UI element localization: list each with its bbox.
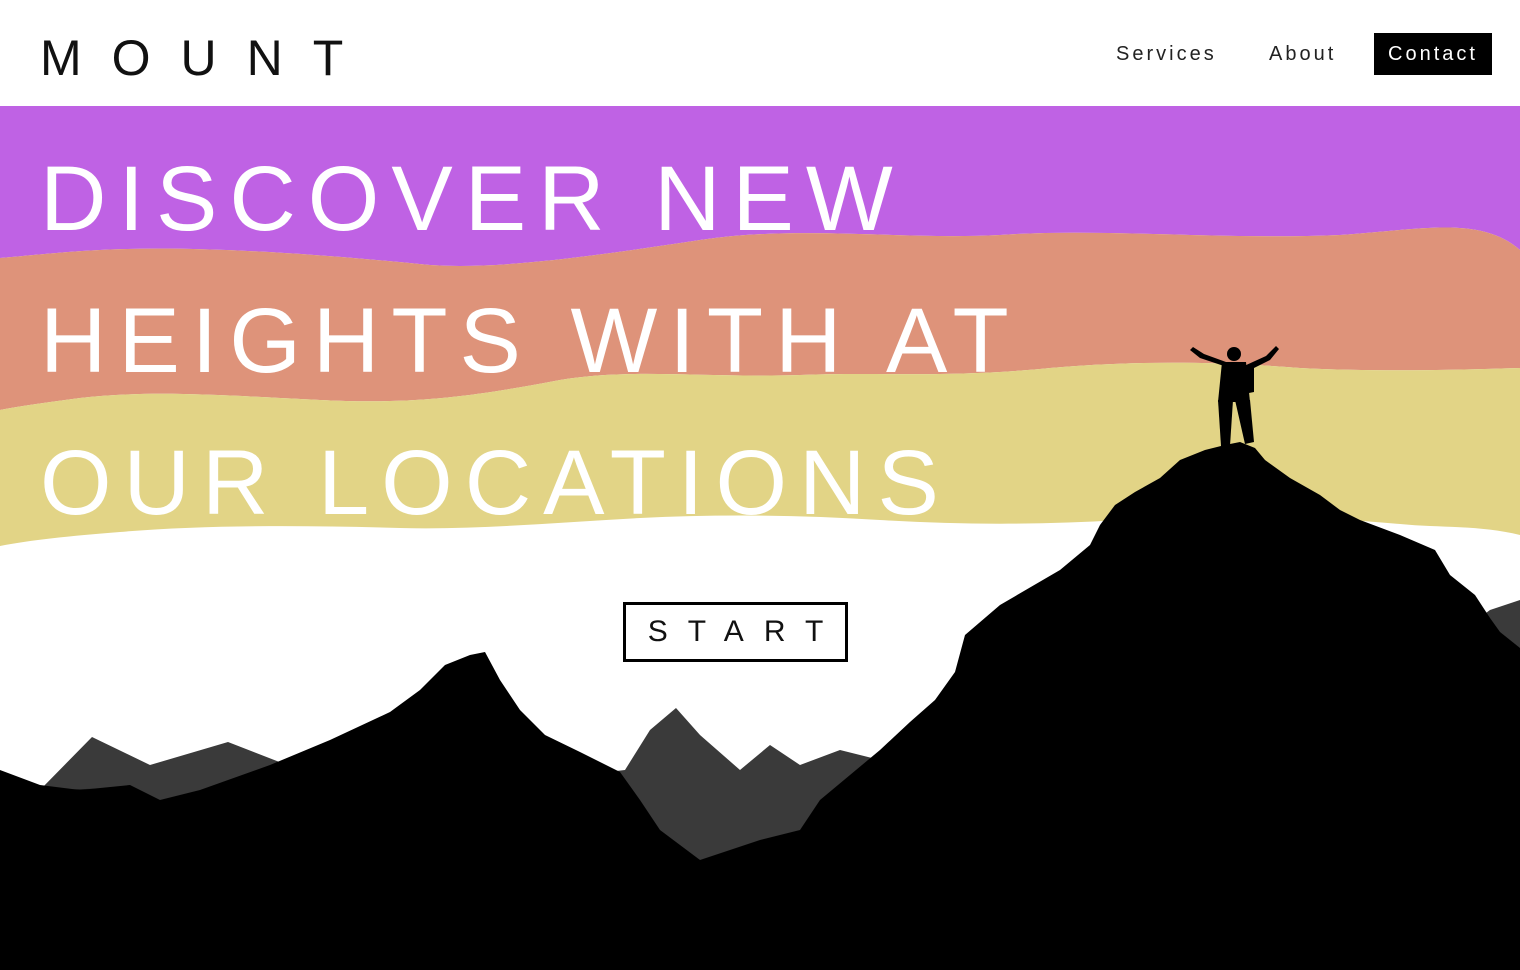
headline-line-3: OUR LOCATIONS	[40, 432, 951, 534]
hero-headline: DISCOVER NEW HEIGHTS WITH AT OUR LOCATIO…	[40, 128, 1021, 554]
landing-page: MOUNT Services About Contact DISCOVER NE…	[0, 0, 1520, 970]
nav-link-services[interactable]: Services	[1116, 33, 1217, 75]
nav-link-about[interactable]: About	[1269, 33, 1336, 75]
headline-line-2: HEIGHTS WITH AT	[40, 290, 1021, 392]
brand-logo[interactable]: MOUNT	[40, 28, 373, 88]
headline-line-1: DISCOVER NEW	[40, 148, 905, 250]
start-button[interactable]: START	[623, 602, 848, 662]
top-navbar: MOUNT Services About Contact	[0, 0, 1520, 106]
nav-contact-button[interactable]: Contact	[1374, 33, 1492, 75]
ground-base	[0, 878, 1520, 970]
